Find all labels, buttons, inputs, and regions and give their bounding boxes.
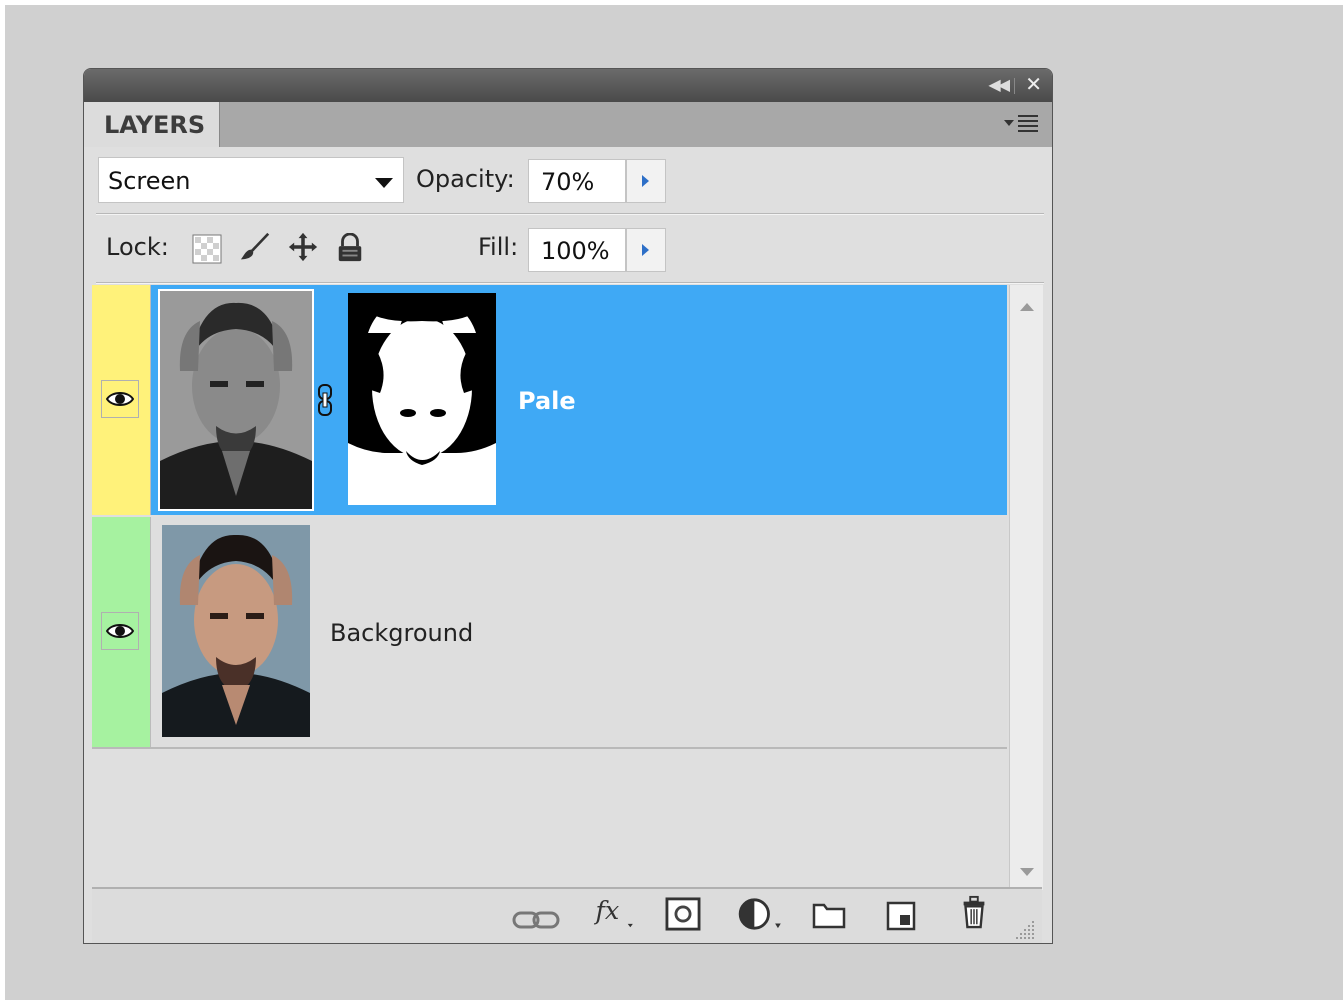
link-icon[interactable] [316,383,334,417]
lock-position-icon[interactable] [286,232,320,262]
fill-stepper[interactable] [626,228,666,272]
divider [96,282,1044,284]
scroll-up-icon[interactable] [1020,303,1034,311]
portrait-grayscale-thumbnail [160,291,312,509]
layer-thumbnail[interactable] [162,525,310,737]
mask-thumbnail [348,293,496,505]
opacity-value: 70% [541,168,595,196]
play-arrow-icon [642,175,649,187]
opacity-label: Opacity: [416,165,515,193]
eye-icon [106,392,134,406]
collapse-icon[interactable]: ◀◀ [988,75,1010,94]
lock-label: Lock: [106,233,169,261]
opacity-field[interactable]: 70% [528,159,626,203]
divider [96,213,1044,215]
blend-mode-dropdown[interactable]: Screen [98,157,404,203]
close-icon[interactable]: ✕ [1025,72,1042,96]
blend-mode-value: Screen [108,167,191,195]
layer-name[interactable]: Background [330,619,473,647]
panel-titlebar[interactable]: ◀◀ ✕ [84,69,1052,102]
visibility-toggle[interactable] [101,380,139,418]
layer-thumbnail[interactable] [158,289,314,511]
scrollbar[interactable] [1009,285,1043,890]
play-arrow-icon [642,244,649,256]
new-group-icon[interactable] [812,899,846,933]
visibility-toggle[interactable] [101,612,139,650]
resize-grip-icon[interactable] [1014,919,1036,941]
delete-layer-icon[interactable] [960,895,988,929]
add-mask-icon[interactable] [664,897,702,931]
layer-name[interactable]: Pale [518,387,576,415]
link-layers-icon[interactable] [512,903,562,937]
adjustment-layer-icon[interactable] [736,897,784,931]
tab-layers[interactable]: LAYERS [84,102,220,148]
scroll-down-icon[interactable] [1020,868,1034,876]
fill-label: Fill: [478,233,519,261]
svg-text:fx: fx [593,896,619,926]
layer-row-pale[interactable]: Pale [92,285,1007,515]
panel-menu-icon[interactable] [1004,112,1040,136]
fill-field[interactable]: 100% [528,228,626,272]
tab-row: LAYERS [84,102,1052,148]
portrait-color-thumbnail [162,525,310,737]
chevron-down-icon [375,178,393,188]
panel-bottom-toolbar: fx [92,887,1042,943]
panel-content: Screen Opacity: 70% Lock: Fill: 100% Pal… [84,147,1052,943]
new-layer-icon[interactable] [886,899,916,933]
layer-mask-thumbnail[interactable] [348,293,496,505]
layers-list: Pale Background [92,285,1043,890]
lock-transparent-icon[interactable] [192,234,222,264]
lock-all-icon[interactable] [336,233,364,263]
layers-panel: ◀◀ ✕ LAYERS Screen Opacity: 70% Lock: Fi… [83,68,1053,944]
fill-value: 100% [541,237,610,265]
fx-icon[interactable]: fx [592,895,638,929]
opacity-stepper[interactable] [626,159,666,203]
eye-icon [106,624,134,638]
lock-image-icon[interactable] [237,232,273,262]
titlebar-divider [1014,78,1015,94]
layer-row-background[interactable]: Background [92,517,1007,749]
